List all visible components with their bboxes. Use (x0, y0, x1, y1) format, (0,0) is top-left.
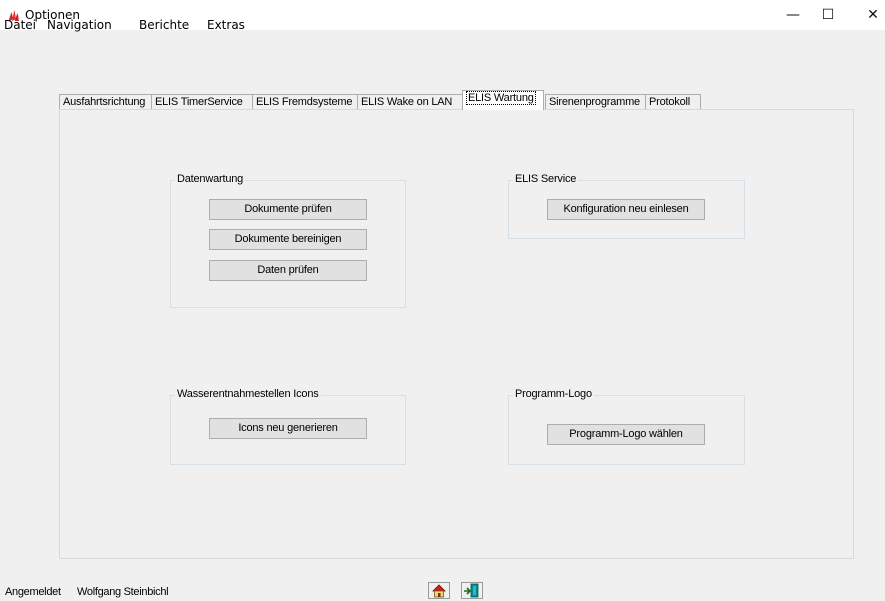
icons-neu-generieren-button[interactable]: Icons neu generieren (209, 418, 367, 439)
tab-label: ELIS Wake on LAN (361, 96, 453, 108)
home-icon (432, 584, 446, 598)
exit-door-icon (464, 583, 479, 598)
tab-sirenenprogramme[interactable]: Sirenenprogramme (545, 94, 646, 110)
group-elis-service: ELIS Service Konfiguration neu einlesen (508, 173, 745, 239)
home-button[interactable] (428, 582, 450, 599)
tab-label: Ausfahrtsrichtung (63, 96, 146, 108)
tab-ausfahrtsrichtung[interactable]: Ausfahrtsrichtung (59, 94, 152, 110)
programm-logo-waehlen-button[interactable]: Programm-Logo wählen (547, 424, 705, 445)
group-title: Programm-Logo (513, 388, 594, 400)
menu-berichte[interactable]: Berichte (139, 18, 189, 32)
dokumente-bereinigen-button[interactable]: Dokumente bereinigen (209, 229, 367, 250)
maximize-button[interactable]: ☐ (805, 0, 851, 30)
tab-elis-wake-on-lan[interactable]: ELIS Wake on LAN (357, 94, 463, 110)
tab-label: Sirenenprogramme (549, 96, 640, 108)
group-wasserentnahmestellen-icons: Wasserentnahmestellen Icons Icons neu ge… (170, 388, 406, 465)
group-programm-logo: Programm-Logo Programm-Logo wählen (508, 388, 745, 465)
menu-extras[interactable]: Extras (207, 18, 245, 32)
menu-bar (0, 42, 885, 62)
tab-page-elis-wartung: Datenwartung Dokumente prüfen Dokumente … (59, 109, 854, 559)
group-title: Datenwartung (175, 173, 246, 185)
tab-label: ELIS Wartung (466, 91, 536, 105)
dokumente-pruefen-button[interactable]: Dokumente prüfen (209, 199, 367, 220)
konfiguration-neu-einlesen-button[interactable]: Konfiguration neu einlesen (547, 199, 705, 220)
tab-label: ELIS Fremdsysteme (256, 96, 353, 108)
tab-elis-wartung[interactable]: ELIS Wartung (462, 90, 544, 110)
tab-label: ELIS TimerService (155, 96, 243, 108)
tab-label: Protokoll (649, 96, 690, 108)
tab-elis-timerservice[interactable]: ELIS TimerService (151, 94, 253, 110)
close-button[interactable]: ✕ (850, 0, 885, 30)
menu-navigation[interactable]: Navigation (47, 18, 112, 32)
title-bar: Optionen — ☐ ✕ (0, 0, 885, 30)
daten-pruefen-button[interactable]: Daten prüfen (209, 260, 367, 281)
status-user: Wolfgang Steinbichl (77, 586, 169, 598)
tab-protokoll[interactable]: Protokoll (645, 94, 701, 110)
menu-datei[interactable]: Datei (4, 18, 36, 32)
group-title: ELIS Service (513, 173, 579, 185)
tab-elis-fremdsysteme[interactable]: ELIS Fremdsysteme (252, 94, 358, 110)
group-title: Wasserentnahmestellen Icons (175, 388, 321, 400)
exit-button[interactable] (461, 582, 483, 599)
status-label: Angemeldet (5, 586, 61, 598)
group-datenwartung: Datenwartung Dokumente prüfen Dokumente … (170, 173, 406, 308)
